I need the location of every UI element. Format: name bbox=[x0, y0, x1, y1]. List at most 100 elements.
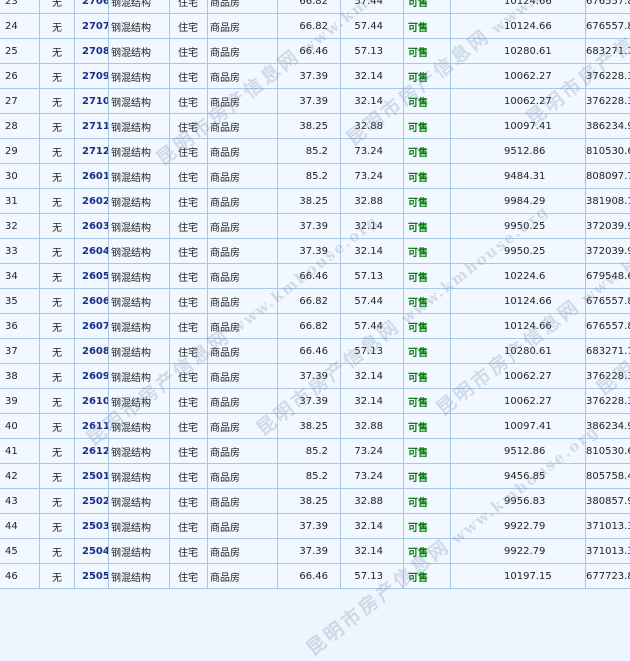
structure-cell: 钢混结构 bbox=[109, 189, 170, 214]
inner-area-cell: 32.88 bbox=[341, 489, 404, 514]
unit-price-cell: 10124.66 bbox=[451, 314, 586, 339]
property-type-cell: 商品房 bbox=[208, 289, 278, 314]
room-link[interactable]: 2708 bbox=[75, 46, 109, 57]
room-number-cell[interactable]: 2610 bbox=[75, 389, 109, 414]
table-row: 35无2606钢混结构住宅商品房66.8257.44可售10124.666765… bbox=[0, 289, 630, 314]
room-number-cell[interactable]: 2607 bbox=[75, 314, 109, 339]
building-area-cell: 37.39 bbox=[278, 214, 341, 239]
room-link[interactable]: 2706 bbox=[75, 0, 109, 7]
total-price-cell: 376228.32 bbox=[586, 364, 630, 389]
row-index-cell: 26 bbox=[0, 64, 40, 89]
room-number-cell[interactable]: 2709 bbox=[75, 64, 109, 89]
unit-price-cell: 10124.66 bbox=[451, 289, 586, 314]
room-link[interactable]: 2504 bbox=[75, 546, 109, 557]
room-link[interactable]: 2604 bbox=[75, 246, 109, 257]
room-number-cell[interactable]: 2606 bbox=[75, 289, 109, 314]
room-number-cell[interactable]: 2708 bbox=[75, 39, 109, 64]
row-mark-cell: 无 bbox=[40, 14, 75, 39]
row-mark-cell: 无 bbox=[40, 0, 75, 14]
room-link[interactable]: 2606 bbox=[75, 296, 109, 307]
room-number-cell[interactable]: 2501 bbox=[75, 464, 109, 489]
room-number-cell[interactable]: 2609 bbox=[75, 364, 109, 389]
room-link[interactable]: 2609 bbox=[75, 371, 109, 382]
building-area-cell: 38.25 bbox=[278, 489, 341, 514]
row-index-cell: 23 bbox=[0, 0, 40, 14]
room-link[interactable]: 2503 bbox=[75, 521, 109, 532]
row-mark-cell: 无 bbox=[40, 364, 75, 389]
room-link[interactable]: 2612 bbox=[75, 446, 109, 457]
room-number-cell[interactable]: 2503 bbox=[75, 514, 109, 539]
room-number-cell[interactable]: 2611 bbox=[75, 414, 109, 439]
room-link[interactable]: 2501 bbox=[75, 471, 109, 482]
property-type-cell: 商品房 bbox=[208, 514, 278, 539]
row-index-cell: 37 bbox=[0, 339, 40, 364]
room-number-cell[interactable]: 2706 bbox=[75, 0, 109, 14]
room-number-cell[interactable]: 2602 bbox=[75, 189, 109, 214]
inner-area-cell: 32.14 bbox=[341, 539, 404, 564]
room-number-cell[interactable]: 2707 bbox=[75, 14, 109, 39]
sale-status-cell: 可售 bbox=[404, 339, 451, 364]
building-area-cell: 37.39 bbox=[278, 64, 341, 89]
room-link[interactable]: 2608 bbox=[75, 346, 109, 357]
room-link[interactable]: 2605 bbox=[75, 271, 109, 282]
structure-cell: 钢混结构 bbox=[109, 164, 170, 189]
property-type-cell: 商品房 bbox=[208, 564, 278, 589]
room-number-cell[interactable]: 2711 bbox=[75, 114, 109, 139]
room-link[interactable]: 2712 bbox=[75, 146, 109, 157]
room-link[interactable]: 2611 bbox=[75, 421, 109, 432]
total-price-cell: 676557.8 bbox=[586, 314, 630, 339]
room-number-cell[interactable]: 2604 bbox=[75, 239, 109, 264]
room-link[interactable]: 2502 bbox=[75, 496, 109, 507]
building-area-cell: 66.46 bbox=[278, 39, 341, 64]
room-number-cell[interactable]: 2505 bbox=[75, 564, 109, 589]
room-link[interactable]: 2602 bbox=[75, 196, 109, 207]
usage-cell: 住宅 bbox=[170, 339, 208, 364]
building-area-cell: 37.39 bbox=[278, 89, 341, 114]
usage-cell: 住宅 bbox=[170, 39, 208, 64]
room-number-cell[interactable]: 2608 bbox=[75, 339, 109, 364]
row-mark-cell: 无 bbox=[40, 239, 75, 264]
room-link[interactable]: 2610 bbox=[75, 396, 109, 407]
structure-cell: 钢混结构 bbox=[109, 464, 170, 489]
table-row: 37无2608钢混结构住宅商品房66.4657.13可售10280.616832… bbox=[0, 339, 630, 364]
usage-cell: 住宅 bbox=[170, 239, 208, 264]
room-link[interactable]: 2607 bbox=[75, 321, 109, 332]
structure-cell: 钢混结构 bbox=[109, 439, 170, 464]
unit-price-cell: 10124.66 bbox=[451, 0, 586, 14]
inner-area-cell: 73.24 bbox=[341, 164, 404, 189]
room-number-cell[interactable]: 2710 bbox=[75, 89, 109, 114]
room-link[interactable]: 2505 bbox=[75, 571, 109, 582]
row-index-cell: 34 bbox=[0, 264, 40, 289]
room-link[interactable]: 2707 bbox=[75, 21, 109, 32]
unit-price-cell: 9922.79 bbox=[451, 514, 586, 539]
room-number-cell[interactable]: 2502 bbox=[75, 489, 109, 514]
structure-cell: 钢混结构 bbox=[109, 289, 170, 314]
property-type-cell: 商品房 bbox=[208, 214, 278, 239]
room-link[interactable]: 2709 bbox=[75, 71, 109, 82]
structure-cell: 钢混结构 bbox=[109, 39, 170, 64]
inner-area-cell: 32.88 bbox=[341, 114, 404, 139]
structure-cell: 钢混结构 bbox=[109, 0, 170, 14]
usage-cell: 住宅 bbox=[170, 64, 208, 89]
structure-cell: 钢混结构 bbox=[109, 489, 170, 514]
table-row: 39无2610钢混结构住宅商品房37.3932.14可售10062.273762… bbox=[0, 389, 630, 414]
sale-status-cell: 可售 bbox=[404, 189, 451, 214]
building-area-cell: 66.46 bbox=[278, 339, 341, 364]
structure-cell: 钢混结构 bbox=[109, 539, 170, 564]
room-link[interactable]: 2601 bbox=[75, 171, 109, 182]
room-number-cell[interactable]: 2612 bbox=[75, 439, 109, 464]
room-number-cell[interactable]: 2504 bbox=[75, 539, 109, 564]
room-link[interactable]: 2603 bbox=[75, 221, 109, 232]
room-link[interactable]: 2710 bbox=[75, 96, 109, 107]
room-link[interactable]: 2711 bbox=[75, 121, 109, 132]
sale-status-cell: 可售 bbox=[404, 114, 451, 139]
room-number-cell[interactable]: 2712 bbox=[75, 139, 109, 164]
room-number-cell[interactable]: 2603 bbox=[75, 214, 109, 239]
inner-area-cell: 57.13 bbox=[341, 339, 404, 364]
row-index-cell: 43 bbox=[0, 489, 40, 514]
property-type-cell: 商品房 bbox=[208, 139, 278, 164]
room-number-cell[interactable]: 2605 bbox=[75, 264, 109, 289]
room-number-cell[interactable]: 2601 bbox=[75, 164, 109, 189]
total-price-cell: 679548.61 bbox=[586, 264, 630, 289]
property-type-cell: 商品房 bbox=[208, 89, 278, 114]
